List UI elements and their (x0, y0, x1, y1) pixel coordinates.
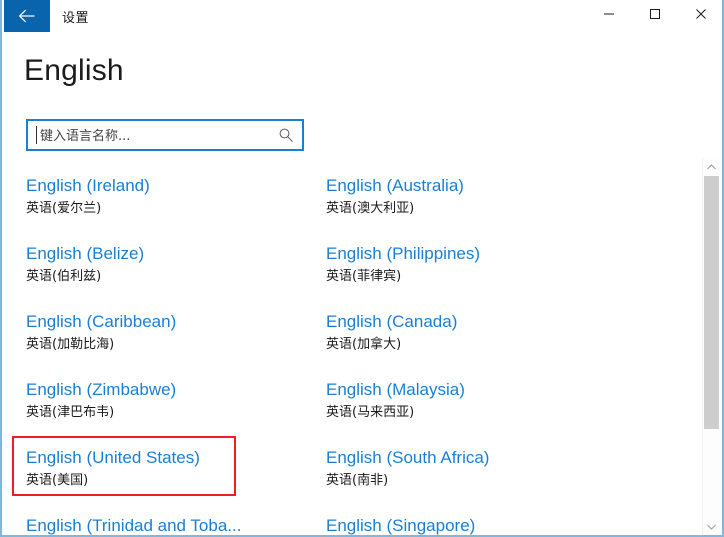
language-name-native: 英语(南非) (326, 473, 389, 488)
maximize-button[interactable] (632, 0, 678, 32)
language-item[interactable]: English (Australia) 英语(澳大利亚) (326, 174, 464, 218)
language-name-native: 英语(加勒比海) (26, 337, 115, 352)
language-name-native: 英语(加拿大) (326, 337, 402, 352)
language-name-english[interactable]: English (United States) (26, 446, 200, 469)
language-name-english[interactable]: English (Zimbabwe) (26, 378, 176, 401)
minimize-button[interactable] (586, 0, 632, 32)
language-name-native: 英语(爱尔兰) (26, 201, 102, 216)
language-list: English (Ireland) 英语(爱尔兰) English (Austral… (4, 158, 708, 535)
language-name-native: 英语(马来西亚) (326, 405, 415, 420)
close-icon (695, 7, 707, 25)
language-name-native: 英语(津巴布韦) (26, 405, 115, 420)
language-name-native: 英语(菲律宾) (326, 269, 402, 284)
language-item[interactable]: English (Ireland) 英语(爱尔兰) (26, 174, 150, 218)
language-item[interactable]: English (Caribbean) 英语(加勒比海) (26, 310, 176, 354)
back-arrow-icon (18, 9, 36, 23)
language-name-english[interactable]: English (Ireland) (26, 174, 150, 197)
language-name-english[interactable]: English (Trinidad and Toba... (26, 514, 241, 535)
language-item[interactable]: English (South Africa) 英语(南非) (326, 446, 489, 490)
language-item[interactable]: English (Canada) 英语(加拿大) (326, 310, 457, 354)
language-item[interactable]: English (Philippines) 英语(菲律宾) (326, 242, 480, 286)
language-item[interactable]: English (Singapore) (326, 514, 475, 535)
language-name-native: 英语(澳大利亚) (326, 201, 415, 216)
title-bar: 设置 (2, 0, 722, 34)
language-item[interactable]: English (Zimbabwe) 英语(津巴布韦) (26, 378, 176, 422)
text-caret (36, 126, 37, 144)
search-icon[interactable] (278, 127, 294, 143)
language-name-native: 英语(伯利兹) (26, 269, 102, 284)
settings-window: 设置 English 键入语言名称... English (Ireland) 英… (0, 0, 724, 537)
language-name-english[interactable]: English (Philippines) (326, 242, 480, 265)
maximize-icon (649, 7, 661, 25)
scroll-down-arrow-icon[interactable] (703, 518, 720, 535)
minimize-icon (603, 7, 615, 25)
language-item[interactable]: English (Trinidad and Toba... (26, 514, 241, 535)
language-name-native: 英语(美国) (26, 473, 89, 488)
language-name-english[interactable]: English (Australia) (326, 174, 464, 197)
scroll-up-arrow-icon[interactable] (703, 158, 720, 175)
language-name-english[interactable]: English (Canada) (326, 310, 457, 333)
back-button[interactable] (4, 0, 50, 32)
search-input[interactable] (38, 121, 272, 151)
search-box[interactable] (26, 119, 304, 151)
close-button[interactable] (678, 0, 722, 32)
app-title: 设置 (62, 11, 90, 26)
vertical-scrollbar[interactable] (702, 158, 720, 535)
language-name-english[interactable]: English (Belize) (26, 242, 144, 265)
scrollbar-thumb[interactable] (704, 176, 719, 429)
language-name-english[interactable]: English (Malaysia) (326, 378, 465, 401)
language-name-english[interactable]: English (Caribbean) (26, 310, 176, 333)
language-item[interactable]: English (Malaysia) 英语(马来西亚) (326, 378, 465, 422)
language-name-english[interactable]: English (Singapore) (326, 514, 475, 535)
language-item[interactable]: English (United States) 英语(美国) (26, 446, 200, 490)
language-name-english[interactable]: English (South Africa) (326, 446, 489, 469)
page-title: English (24, 54, 124, 87)
language-item[interactable]: English (Belize) 英语(伯利兹) (26, 242, 144, 286)
